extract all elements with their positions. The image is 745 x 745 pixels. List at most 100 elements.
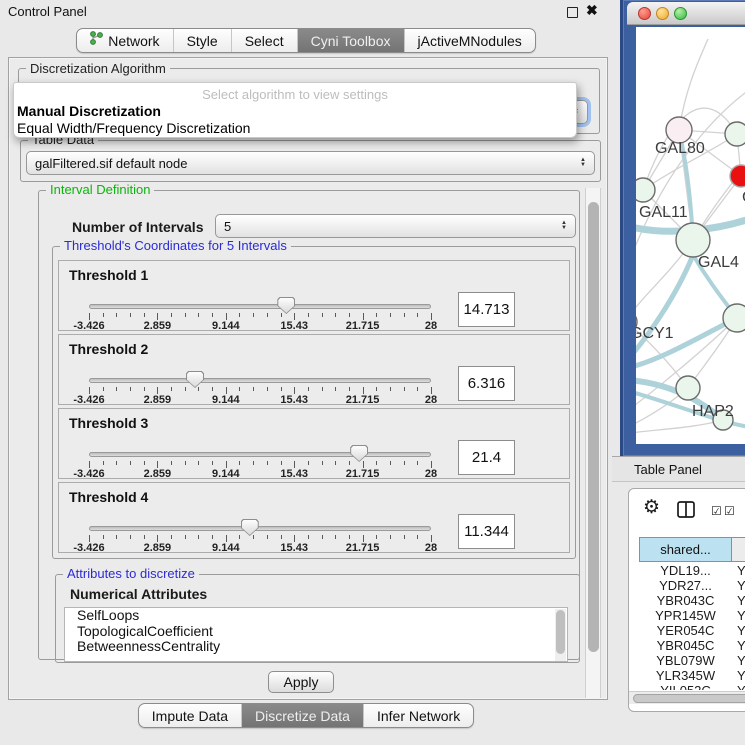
cell-name[interactable]: YER0 xyxy=(732,623,745,638)
close-icon[interactable]: ✖ xyxy=(586,2,598,19)
slider-thumb[interactable] xyxy=(277,297,295,314)
minimize-traffic-light-icon[interactable] xyxy=(656,7,669,20)
cell-name[interactable]: YPR1 xyxy=(732,608,745,623)
tab-cyni-toolbox[interactable]: Cyni Toolbox xyxy=(297,29,404,52)
node-highlighted-red[interactable] xyxy=(730,165,745,187)
table-row[interactable]: YLR345WYLR3 xyxy=(639,668,745,683)
checkbox-icon[interactable]: ☑ xyxy=(724,504,735,518)
slider-track[interactable] xyxy=(89,304,431,309)
table-row[interactable]: YBR043CYBR0 xyxy=(639,593,745,608)
cell-name[interactable]: YDR2 xyxy=(732,578,745,593)
tab-style[interactable]: Style xyxy=(173,29,231,52)
cell-shared-name[interactable]: YER054C xyxy=(639,623,732,638)
table-row[interactable]: YDR27...YDR2 xyxy=(639,578,745,593)
node-label: GAL80 xyxy=(655,140,705,157)
slider-thumb[interactable] xyxy=(241,519,259,536)
settings-vertical-scrollbar[interactable] xyxy=(585,188,601,698)
node-hap2[interactable] xyxy=(676,376,700,400)
cell-name[interactable]: YIL0 xyxy=(732,683,745,690)
node-label: GAL11 xyxy=(639,204,688,221)
table-row[interactable]: YER054CYER0 xyxy=(639,623,745,638)
cell-shared-name[interactable]: YDR27... xyxy=(639,578,732,593)
table-row[interactable]: YBR045CYBR0 xyxy=(639,638,745,653)
cell-shared-name[interactable]: YDL19... xyxy=(639,563,732,578)
zoom-traffic-light-icon[interactable] xyxy=(674,7,687,20)
threshold-value-field[interactable]: 6.316 xyxy=(458,366,515,401)
slider-thumb[interactable] xyxy=(350,445,368,462)
algorithm-dropdown-popup: Select algorithm to view settings Manual… xyxy=(13,82,577,138)
tab-infer-network[interactable]: Infer Network xyxy=(363,704,473,727)
threshold-value-field[interactable]: 21.4 xyxy=(458,440,515,475)
table-row[interactable]: YDL19...YDL1 xyxy=(639,563,745,578)
scrollbar-thumb[interactable] xyxy=(556,610,565,654)
slider-thumb[interactable] xyxy=(186,371,204,388)
scrollbar-thumb[interactable] xyxy=(588,202,599,652)
number-of-intervals-value: 5 xyxy=(224,219,231,234)
tab-label: Cyni Toolbox xyxy=(311,29,391,53)
cell-name[interactable]: YBL0 xyxy=(732,653,745,668)
table-panel-title: Table Panel xyxy=(634,462,702,477)
network-graph: GAL80 G C GAL11 GAL4 GCY1 H HAP2 xyxy=(636,27,745,444)
checkbox-icon[interactable]: ☑ xyxy=(711,504,722,518)
cell-shared-name[interactable]: YBR043C xyxy=(639,593,732,608)
threshold-label: Threshold 3 xyxy=(69,415,148,431)
cell-name[interactable]: YBR0 xyxy=(732,638,745,653)
threshold-value-field[interactable]: 14.713 xyxy=(458,292,515,327)
numerical-attributes-list[interactable]: SelfLoopsTopologicalCoefficientBetweenne… xyxy=(64,607,568,662)
tab-impute-data[interactable]: Impute Data xyxy=(139,704,241,727)
cell-name[interactable]: YLR3 xyxy=(732,668,745,683)
table-data-value: galFiltered.sif default node xyxy=(35,156,187,171)
cell-name[interactable]: YBR0 xyxy=(732,593,745,608)
cell-shared-name[interactable]: YBL079W xyxy=(639,653,732,668)
gear-icon[interactable]: ⚙ xyxy=(643,496,660,519)
cell-shared-name[interactable]: YPR145W xyxy=(639,608,732,623)
tab-label: Select xyxy=(245,29,284,53)
popup-item-manual-discretization[interactable]: Manual Discretization xyxy=(17,103,161,119)
slider-track[interactable] xyxy=(89,378,431,383)
interval-definition-title: Interval Definition xyxy=(46,183,154,196)
number-of-intervals-combobox[interactable]: 5 ▲▼ xyxy=(215,214,576,238)
tab-network[interactable]: Network xyxy=(77,29,172,52)
cell-name[interactable]: YDL1 xyxy=(732,563,745,578)
attribute-list-item[interactable]: SelfLoops xyxy=(65,608,567,624)
float-window-icon[interactable] xyxy=(567,7,578,18)
columns-icon[interactable] xyxy=(677,501,695,523)
node-right-mid[interactable] xyxy=(723,304,745,332)
slider-track[interactable] xyxy=(89,526,431,531)
numerical-attributes-label: Numerical Attributes xyxy=(70,586,207,602)
column-header-name[interactable]: n xyxy=(732,537,745,562)
cell-shared-name[interactable]: YLR345W xyxy=(639,668,732,683)
threshold-panel-1: Threshold 1-3.4262.8599.14415.4321.71528… xyxy=(58,260,570,331)
cell-shared-name[interactable]: YBR045C xyxy=(639,638,732,653)
threshold-value-field[interactable]: 11.344 xyxy=(458,514,515,549)
node-gal4[interactable] xyxy=(676,223,710,257)
tab-jactivemnodules[interactable]: jActiveMNodules xyxy=(404,29,535,52)
scrollbar-thumb[interactable] xyxy=(633,694,745,703)
cell-shared-name[interactable]: YIL052C xyxy=(639,683,732,690)
node-gal11[interactable] xyxy=(636,178,655,202)
column-header-shared[interactable]: shared... xyxy=(639,537,732,562)
table-data-combobox[interactable]: galFiltered.sif default node ▲▼ xyxy=(26,151,595,175)
table-horizontal-scrollbar[interactable] xyxy=(629,691,745,704)
node-top-right[interactable] xyxy=(725,122,745,146)
table-row[interactable]: YBL079WYBL0 xyxy=(639,653,745,668)
node-label: GCY1 xyxy=(636,325,674,342)
apply-button[interactable]: Apply xyxy=(268,671,334,693)
slider-track[interactable] xyxy=(89,452,431,457)
popup-prompt: Select algorithm to view settings xyxy=(14,87,576,102)
tab-label: Style xyxy=(187,29,218,53)
table-row[interactable]: YPR145WYPR1 xyxy=(639,608,745,623)
table-rows[interactable]: YDL19...YDL1YDR27...YDR2YBR043CYBR0YPR14… xyxy=(639,563,745,690)
table-row[interactable]: YIL052CYIL0 xyxy=(639,683,745,690)
tab-select[interactable]: Select xyxy=(231,29,297,52)
popup-item-equal-width-frequency[interactable]: Equal Width/Frequency Discretization xyxy=(17,120,250,136)
close-traffic-light-icon[interactable] xyxy=(638,7,651,20)
attribute-list-item[interactable]: BetweennessCentrality xyxy=(65,639,567,655)
network-window-titlebar[interactable] xyxy=(627,2,745,25)
table-header-row: shared... n xyxy=(639,537,745,562)
attribute-list-item[interactable]: TopologicalCoefficient xyxy=(65,624,567,640)
network-icon xyxy=(90,29,103,53)
tab-discretize-data[interactable]: Discretize Data xyxy=(241,704,363,727)
list-vertical-scrollbar[interactable] xyxy=(555,609,566,662)
network-canvas[interactable]: GAL80 G C GAL11 GAL4 GCY1 H HAP2 xyxy=(636,27,745,444)
